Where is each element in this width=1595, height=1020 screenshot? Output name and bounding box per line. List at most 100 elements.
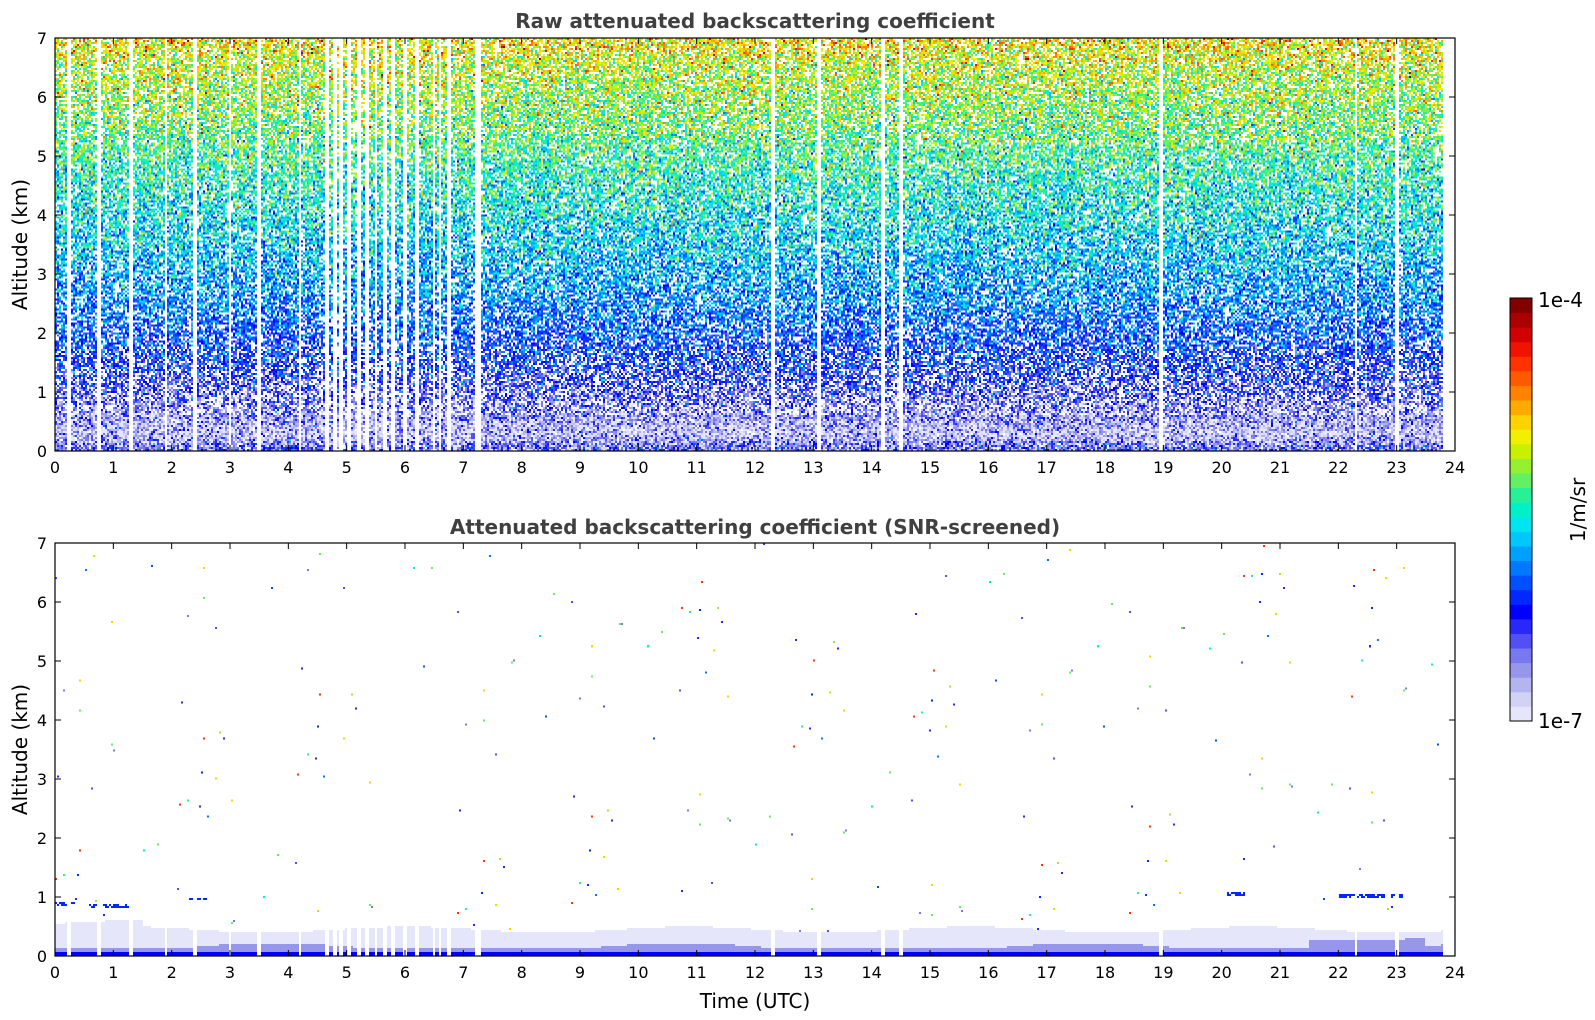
colorbar-step bbox=[1510, 370, 1532, 387]
x-tick-label: 17 bbox=[1036, 458, 1056, 477]
y-tick-label: 4 bbox=[37, 711, 47, 730]
y-tick-label: 5 bbox=[37, 147, 47, 166]
x-tick-label: 22 bbox=[1328, 963, 1348, 982]
y-tick-label: 0 bbox=[37, 442, 47, 461]
x-tick-label: 4 bbox=[283, 458, 293, 477]
colorbar-gradient bbox=[1510, 298, 1532, 722]
x-tick-label: 18 bbox=[1095, 458, 1115, 477]
colorbar-step bbox=[1510, 516, 1532, 532]
x-tick-label: 18 bbox=[1095, 963, 1115, 982]
x-tick-label: 9 bbox=[575, 963, 585, 982]
x-tick-label: 20 bbox=[1211, 458, 1231, 477]
x-tick-label: 7 bbox=[458, 458, 468, 477]
x-tick-label: 22 bbox=[1328, 458, 1348, 477]
x-tick-label: 0 bbox=[50, 458, 60, 477]
colorbar-unit-label: 1/m/sr bbox=[1566, 477, 1590, 542]
colorbar-step bbox=[1510, 298, 1532, 314]
figure: Raw attenuated backscattering coefficien… bbox=[8, 9, 1590, 1013]
colorbar-step bbox=[1510, 429, 1532, 445]
x-tick-label: 16 bbox=[978, 458, 998, 477]
colorbar-step bbox=[1510, 414, 1532, 430]
x-axis-label: Time (UTC) bbox=[699, 989, 811, 1013]
colorbar-step bbox=[1510, 633, 1532, 649]
y-tick-label: 6 bbox=[37, 593, 47, 612]
y-tick-label: 3 bbox=[37, 770, 47, 789]
colorbar-step bbox=[1510, 691, 1532, 707]
colorbar-step bbox=[1510, 648, 1532, 664]
x-tick-label: 6 bbox=[400, 458, 410, 477]
colorbar-step bbox=[1510, 502, 1532, 518]
x-tick-label: 10 bbox=[628, 963, 648, 982]
y-tick-label: 1 bbox=[37, 383, 47, 402]
heatmap-image-raw bbox=[55, 38, 1455, 451]
colorbar-step bbox=[1510, 327, 1532, 343]
panel-screened: Attenuated backscattering coefficient (S… bbox=[8, 515, 1465, 1013]
x-tick-label: 5 bbox=[342, 458, 352, 477]
colorbar-step bbox=[1510, 677, 1532, 693]
x-tick-label: 24 bbox=[1445, 963, 1465, 982]
x-tick-label: 8 bbox=[517, 963, 527, 982]
y-axis-label-screened: Altitude (km) bbox=[8, 684, 32, 815]
x-tick-label: 10 bbox=[628, 458, 648, 477]
x-tick-label: 2 bbox=[167, 963, 177, 982]
x-tick-label: 1 bbox=[108, 963, 118, 982]
x-tick-label: 0 bbox=[50, 963, 60, 982]
x-tick-label: 15 bbox=[920, 963, 940, 982]
x-tick-label: 14 bbox=[861, 458, 881, 477]
colorbar-step bbox=[1510, 545, 1532, 562]
x-tick-label: 5 bbox=[342, 963, 352, 982]
colorbar: 1e-4 1e-7 1/m/sr bbox=[1509, 288, 1590, 733]
y-axis-label-raw: Altitude (km) bbox=[8, 179, 32, 310]
x-tick-label: 13 bbox=[803, 458, 823, 477]
x-tick-label: 3 bbox=[225, 963, 235, 982]
colorbar-step bbox=[1510, 400, 1532, 416]
y-tick-label: 5 bbox=[37, 652, 47, 671]
y-tick-label: 2 bbox=[37, 829, 47, 848]
colorbar-step bbox=[1510, 473, 1532, 489]
x-tick-label: 12 bbox=[745, 458, 765, 477]
colorbar-max-label: 1e-4 bbox=[1538, 288, 1583, 312]
y-tick-label: 7 bbox=[37, 534, 47, 553]
y-tick-label: 0 bbox=[37, 947, 47, 966]
y-tick-label: 3 bbox=[37, 265, 47, 284]
colorbar-step bbox=[1510, 604, 1532, 620]
x-tick-label: 9 bbox=[575, 458, 585, 477]
x-tick-label: 21 bbox=[1270, 963, 1290, 982]
colorbar-step bbox=[1510, 560, 1532, 576]
colorbar-step bbox=[1510, 618, 1532, 634]
x-tick-label: 3 bbox=[225, 458, 235, 477]
x-tick-label: 1 bbox=[108, 458, 118, 477]
colorbar-step bbox=[1510, 341, 1532, 357]
x-tick-label: 2 bbox=[167, 458, 177, 477]
x-tick-label: 14 bbox=[861, 963, 881, 982]
x-tick-label: 17 bbox=[1036, 963, 1056, 982]
x-tick-label: 19 bbox=[1153, 458, 1173, 477]
y-tick-label: 2 bbox=[37, 324, 47, 343]
colorbar-step bbox=[1510, 356, 1532, 372]
colorbar-step bbox=[1510, 458, 1532, 474]
colorbar-step bbox=[1510, 662, 1532, 678]
x-tick-label: 24 bbox=[1445, 458, 1465, 477]
x-tick-label: 19 bbox=[1153, 963, 1173, 982]
x-tick-label: 12 bbox=[745, 963, 765, 982]
x-tick-label: 23 bbox=[1386, 963, 1406, 982]
x-tick-label: 8 bbox=[517, 458, 527, 477]
colorbar-step bbox=[1510, 589, 1532, 605]
colorbar-step bbox=[1510, 531, 1532, 547]
colorbar-step bbox=[1510, 487, 1532, 503]
panel-raw: Raw attenuated backscattering coefficien… bbox=[8, 9, 1465, 477]
chart-title-screened: Attenuated backscattering coefficient (S… bbox=[450, 515, 1060, 539]
y-tick-label: 4 bbox=[37, 206, 47, 225]
colorbar-step bbox=[1510, 312, 1532, 328]
colorbar-min-label: 1e-7 bbox=[1538, 709, 1583, 733]
heatmap-raster bbox=[55, 38, 1455, 451]
colorbar-step bbox=[1510, 385, 1532, 401]
x-tick-label: 6 bbox=[400, 963, 410, 982]
x-tick-label: 7 bbox=[458, 963, 468, 982]
x-tick-label: 4 bbox=[283, 963, 293, 982]
chart-title-raw: Raw attenuated backscattering coefficien… bbox=[515, 9, 995, 33]
x-tick-label: 16 bbox=[978, 963, 998, 982]
x-tick-label: 11 bbox=[686, 963, 706, 982]
colorbar-step bbox=[1510, 443, 1532, 459]
x-tick-label: 23 bbox=[1386, 458, 1406, 477]
